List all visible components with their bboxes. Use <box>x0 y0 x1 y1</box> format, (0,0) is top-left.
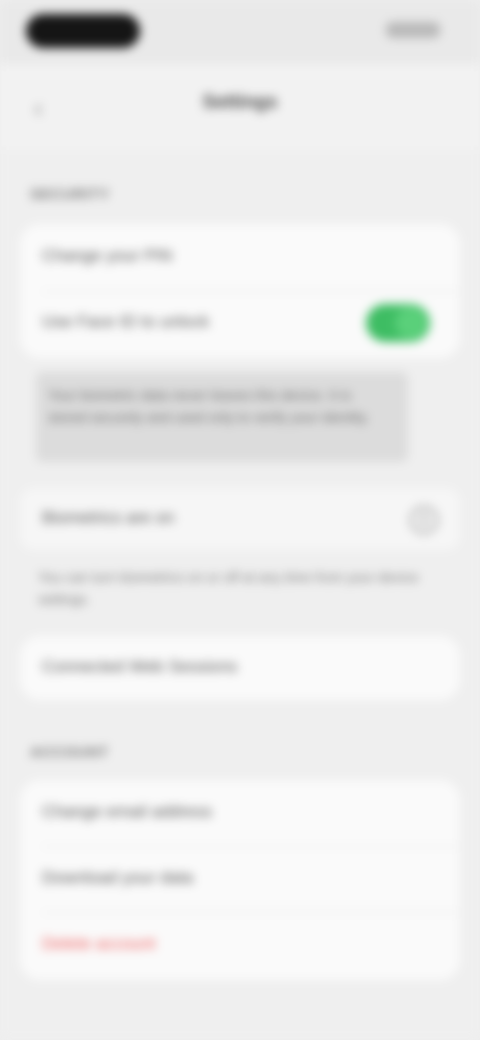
download-data-row[interactable]: Download your data <box>20 846 460 914</box>
face-id-row: Use Face ID to unlock <box>20 290 460 358</box>
change-pin-row[interactable]: Change your PIN <box>20 224 460 292</box>
biometric-status-row: Biometrics are on i <box>20 488 460 550</box>
face-id-toggle[interactable] <box>366 304 430 342</box>
connected-sessions-row[interactable]: Connected Web Sessions <box>20 636 460 700</box>
change-email-row[interactable]: Change email address <box>20 780 460 848</box>
connected-sessions-label: Connected Web Sessions <box>42 657 238 676</box>
nav-bar: ‹ Settings <box>0 64 480 150</box>
change-pin-label: Change your PIN <box>42 246 173 265</box>
delete-account-row[interactable]: Delete account <box>20 912 460 980</box>
biometric-footnote: You can turn biometrics on or off at any… <box>38 569 419 607</box>
section-label-account: Account <box>30 744 109 761</box>
screen: ‹ Settings Security Change your PIN Use … <box>0 0 480 1040</box>
biometric-info-text: Your biometric data never leaves this de… <box>48 387 370 425</box>
change-email-label: Change email address <box>42 802 213 821</box>
back-chevron-icon[interactable]: ‹ <box>34 94 58 122</box>
dynamic-island <box>26 14 140 48</box>
toggle-knob <box>395 307 427 339</box>
delete-account-label: Delete account <box>42 934 156 953</box>
download-data-label: Download your data <box>42 868 194 887</box>
biometric-info-box: Your biometric data never leaves this de… <box>36 372 408 462</box>
section-label-security: Security <box>30 186 110 203</box>
security-card: Change your PIN Use Face ID to unlock <box>20 224 460 358</box>
account-card: Change email address Download your data … <box>20 780 460 980</box>
info-icon[interactable]: i <box>410 506 438 534</box>
page-title: Settings <box>202 92 278 113</box>
status-bar <box>0 0 480 64</box>
biometric-status-label: Biometrics are on <box>42 508 175 527</box>
status-indicators <box>386 22 440 38</box>
face-id-label: Use Face ID to unlock <box>42 312 210 331</box>
